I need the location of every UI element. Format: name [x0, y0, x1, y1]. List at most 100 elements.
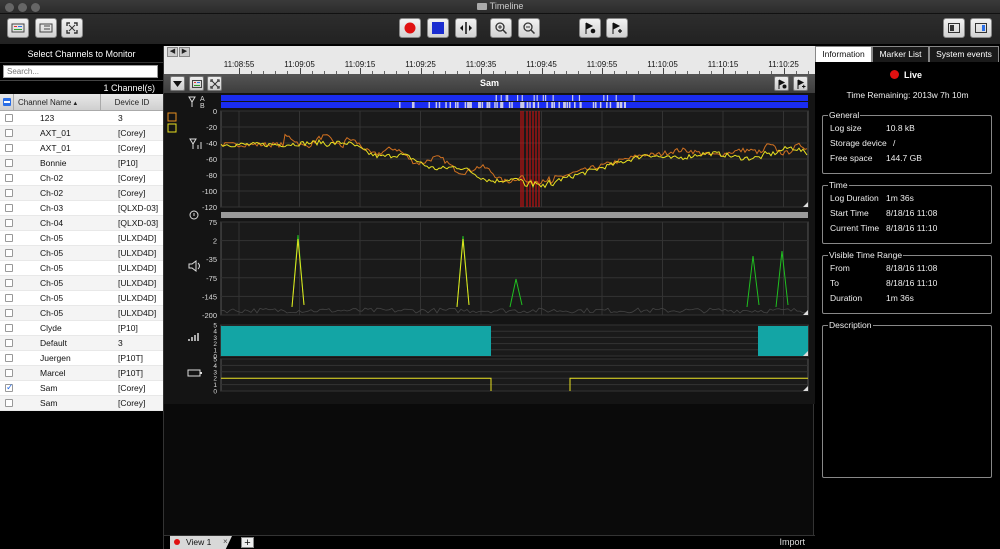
close-tab-icon[interactable]: × [223, 537, 228, 546]
plot-add-event-button[interactable] [793, 76, 808, 91]
channel-checkbox[interactable] [5, 219, 13, 227]
table-row[interactable]: Default 3 [0, 336, 163, 351]
antenna-b-tick [496, 102, 498, 108]
tab-marker-list[interactable]: Marker List [872, 46, 929, 62]
channel-checkbox[interactable] [5, 324, 13, 332]
channel-checkbox[interactable] [5, 399, 13, 407]
antenna-b-tick [511, 102, 513, 108]
table-row[interactable]: Sam [Corey] [0, 396, 163, 411]
channel-name: Ch-05 [40, 308, 64, 318]
channel-checkbox[interactable] [5, 174, 13, 182]
channel-checkbox[interactable] [5, 129, 13, 137]
channel-checkbox[interactable] [5, 354, 13, 362]
select-all-checkbox[interactable] [0, 94, 13, 110]
channel-name: Ch-02 [40, 188, 64, 198]
table-row[interactable]: Marcel [P10T] [0, 366, 163, 381]
channel-checkbox[interactable] [5, 279, 13, 287]
channel-checkbox[interactable] [5, 234, 13, 242]
antenna-b-tick [399, 102, 401, 108]
import-button[interactable]: Import [779, 537, 805, 547]
channel-search-input[interactable] [3, 65, 158, 78]
antenna-a-tick [521, 95, 523, 101]
record-button[interactable] [399, 18, 421, 38]
tab-system-events[interactable]: System events [929, 46, 999, 62]
channel-plot-title: Sam [479, 78, 499, 88]
channel-checkbox[interactable] [5, 249, 13, 257]
table-row[interactable]: Ch-05 [ULXD4D] [0, 291, 163, 306]
channel-list-button[interactable] [7, 18, 29, 38]
antenna-b-tick [599, 102, 602, 108]
stop-button[interactable] [427, 18, 449, 38]
rf-signal-icon [189, 138, 202, 149]
info-panel: Information Marker List System events Li… [815, 46, 1000, 549]
table-row[interactable]: Bonnie [P10] [0, 156, 163, 171]
channel-checkbox[interactable] [5, 114, 13, 122]
channel-checkbox[interactable] [5, 144, 13, 152]
table-row[interactable]: 123 3 [0, 111, 163, 126]
add-tab-button[interactable]: + [241, 537, 254, 549]
add-event-button[interactable] [606, 18, 628, 38]
channel-checkbox[interactable] [5, 294, 13, 302]
antenna-b-tick [508, 102, 511, 108]
channel-checkbox[interactable] [5, 309, 13, 317]
table-row[interactable]: Ch-02 [Corey] [0, 171, 163, 186]
scroll-right-icon[interactable]: ▶ [179, 47, 190, 57]
fullscreen-button[interactable] [61, 18, 83, 38]
table-row[interactable]: Ch-03 [QLXD-03] [0, 201, 163, 216]
rf-tick-label: -100 [202, 187, 217, 196]
channel-table-header: Channel Name▲ Device ID [0, 94, 163, 111]
antenna-a-tick [495, 95, 497, 101]
channel-checkbox[interactable] [5, 159, 13, 167]
column-device-id[interactable]: Device ID [100, 94, 163, 110]
table-row[interactable]: Ch-04 [QLXD-03] [0, 216, 163, 231]
rf-tick-label: -60 [206, 155, 217, 164]
table-row[interactable]: Juergen [P10T] [0, 351, 163, 366]
visible-duration-value: 1m 36s [886, 293, 914, 303]
column-channel-name[interactable]: Channel Name▲ [13, 94, 100, 110]
antenna-a-tick [578, 95, 581, 101]
table-row[interactable]: Ch-05 [ULXD4D] [0, 306, 163, 321]
table-row[interactable]: Ch-05 [ULXD4D] [0, 246, 163, 261]
antenna-b-tick [624, 102, 626, 108]
table-row[interactable]: Ch-02 [Corey] [0, 186, 163, 201]
audio-tick-label: -145 [202, 292, 217, 301]
table-row[interactable]: AXT_01 [Corey] [0, 141, 163, 156]
antenna-b-tick [500, 102, 503, 108]
channel-checkbox[interactable] [5, 204, 13, 212]
log-duration-label: Log Duration [830, 193, 879, 203]
table-row[interactable]: AXT_01 [Corey] [0, 126, 163, 141]
add-marker-button[interactable] [579, 18, 601, 38]
channel-checkbox[interactable] [5, 369, 13, 377]
device-id: [P10] [118, 158, 138, 168]
table-row[interactable]: Ch-05 [ULXD4D] [0, 261, 163, 276]
device-id: [P10T] [118, 368, 144, 378]
table-row[interactable]: Ch-05 [ULXD4D] [0, 231, 163, 246]
channel-checkbox[interactable] [5, 382, 14, 393]
channel-checkbox[interactable] [5, 339, 13, 347]
table-row[interactable]: Ch-05 [ULXD4D] [0, 276, 163, 291]
antenna-b-tick [616, 102, 619, 108]
right-panel-button[interactable] [970, 18, 992, 38]
time-axis[interactable]: ◀ ▶ 11:08:55 11:09:05 11:09:15 11:09:25 11:0… [164, 46, 833, 74]
channel-checkbox[interactable] [5, 264, 13, 272]
plot-add-marker-button[interactable] [774, 76, 789, 91]
channel-checkbox[interactable] [5, 189, 13, 197]
table-row[interactable]: Sam [Corey] [0, 381, 163, 396]
scroll-left-icon[interactable]: ◀ [167, 47, 178, 57]
tab-information[interactable]: Information [815, 46, 872, 62]
description-group[interactable]: Description [822, 320, 992, 478]
antenna-b-tick [478, 102, 481, 108]
zoom-in-button[interactable] [490, 18, 512, 38]
antenna-b-tick [553, 102, 556, 108]
plots[interactable]: A B 0 -20 -40 -60 -80 -100 -120 75 2 -35 -75 -145 -200… [164, 93, 815, 404]
rf-tick-label: -120 [202, 203, 217, 212]
antenna-b-tick [488, 102, 490, 108]
table-row[interactable]: Clyde [P10] [0, 321, 163, 336]
rf-a-legend-icon [167, 112, 177, 122]
channel-panel: Select Channels to Monitor 1 Channel(s) … [0, 46, 163, 549]
antenna-a-tick [517, 95, 519, 101]
info-panel-button[interactable] [943, 18, 965, 38]
marker-button[interactable] [455, 18, 477, 38]
layout-button[interactable] [35, 18, 57, 38]
zoom-out-button[interactable] [518, 18, 540, 38]
